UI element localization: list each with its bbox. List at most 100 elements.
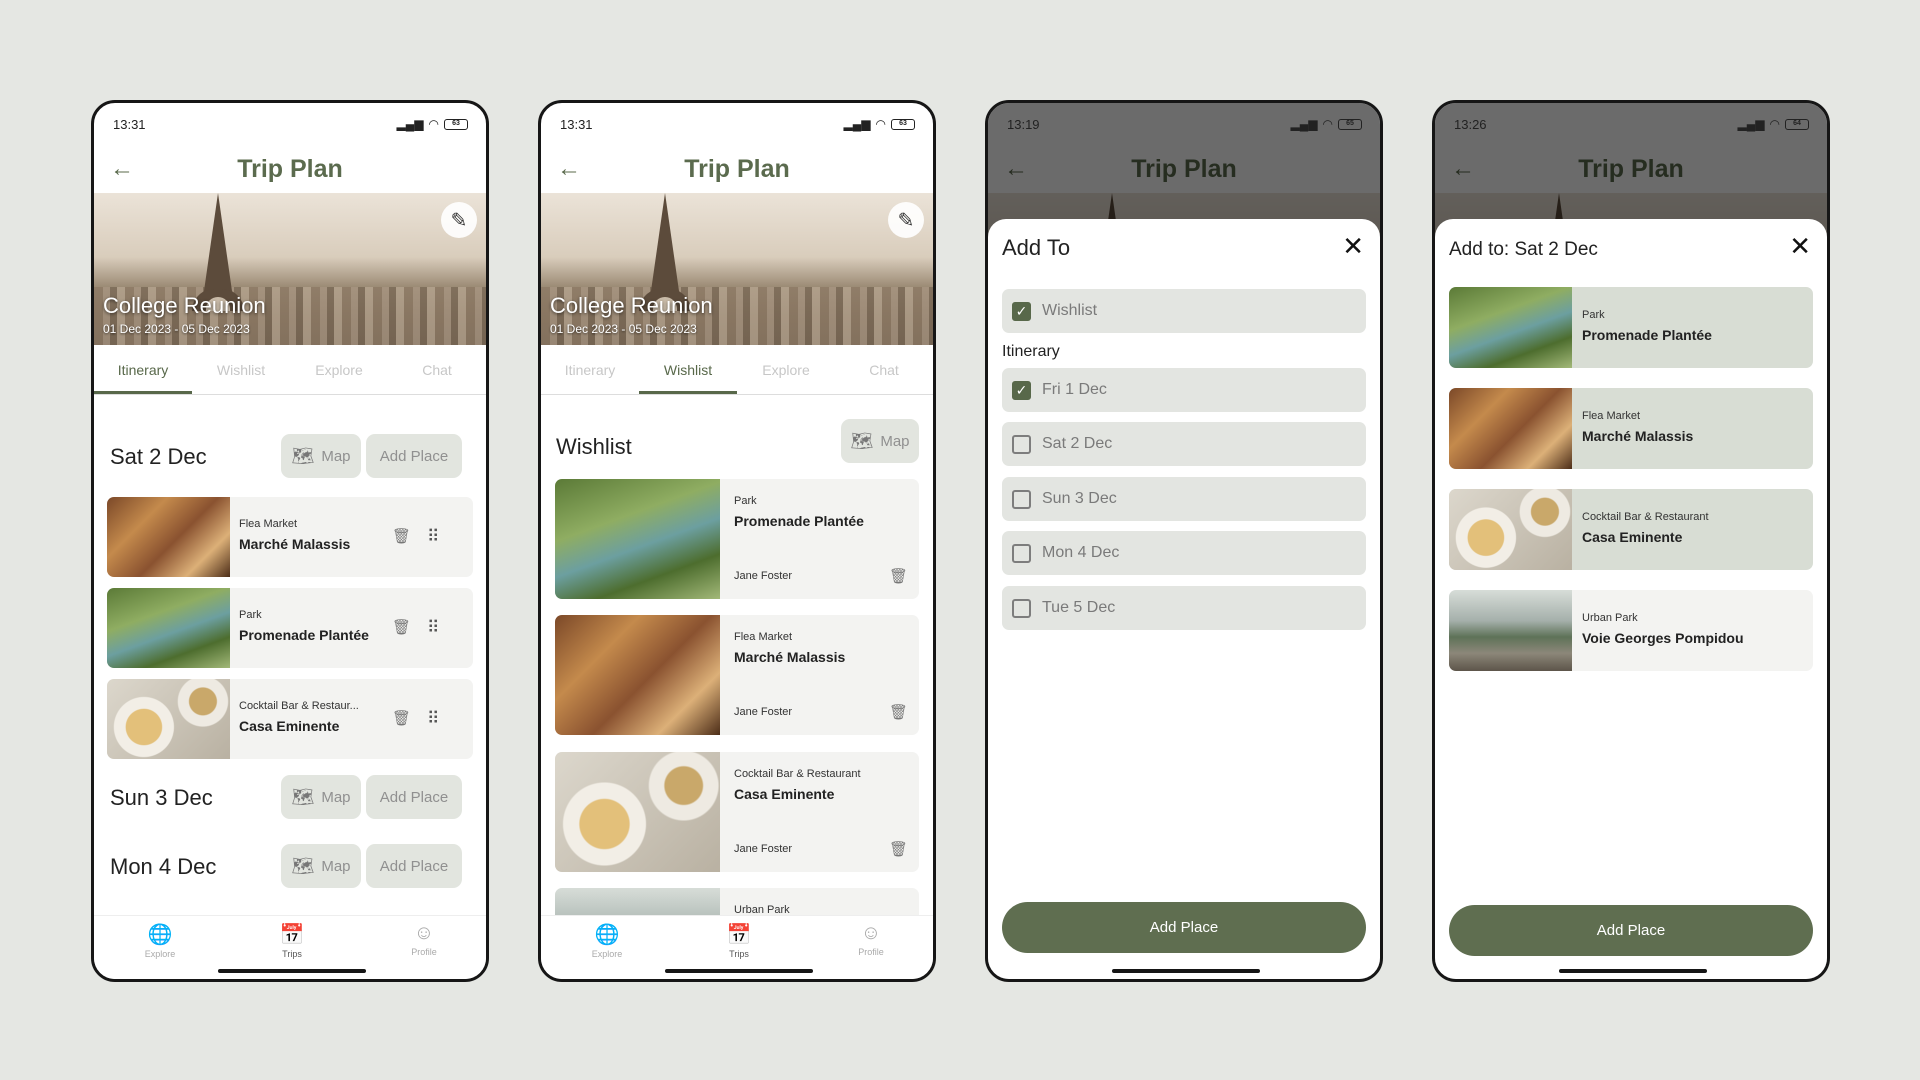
map-icon: 🗺 [291,445,315,466]
nav-label: Trips [282,949,302,959]
nav-label: Explore [591,949,623,959]
edit-trip-button[interactable]: ✎ [888,202,924,238]
add-place-button[interactable]: Add Place [1002,902,1366,953]
wishlist-card[interactable]: Flea Market Marché Malassis Jane Foster … [555,615,919,735]
tab-chat[interactable]: Chat [835,345,933,394]
selectable-place-card-selected[interactable]: Cocktail Bar & Restaurant Casa Eminente [1449,489,1813,570]
page-title: Trip Plan [684,154,790,183]
day-map-button[interactable]: 🗺 Map [281,775,361,819]
nav-profile[interactable]: ☺ Profile [384,922,464,957]
option-wishlist[interactable]: ✓ Wishlist [1002,289,1366,333]
checkbox-unchecked[interactable] [1012,599,1031,618]
option-day[interactable]: ✓ Fri 1 Dec [1002,368,1366,412]
option-day[interactable]: Mon 4 Dec [1002,531,1366,575]
wishlist-map-button[interactable]: 🗺 Map [841,419,919,463]
trip-name: College Reunion [103,293,266,318]
trip-dates: 01 Dec 2023 - 05 Dec 2023 [550,322,697,336]
day-map-button[interactable]: 🗺 Map [281,434,361,478]
checkbox-checked[interactable]: ✓ [1012,381,1031,400]
nav-explore[interactable]: 🌐 Explore [120,922,200,959]
sheet-title: Add To [1002,235,1071,260]
tab-explore[interactable]: Explore [737,345,835,394]
nav-profile[interactable]: ☺ Profile [831,922,911,957]
place-photo [1449,489,1572,570]
day-title: Sun 3 Dec [110,785,213,810]
trash-icon[interactable]: 🗑 [392,709,411,727]
add-place-button[interactable]: Add Place [366,434,462,478]
option-label: Sat 2 Dec [1042,435,1113,452]
signal-icon: ▂▄▆ [1737,117,1765,131]
signal-icon: ▂▄▆ [396,117,424,131]
checkbox-checked[interactable]: ✓ [1012,302,1031,321]
option-day[interactable]: Sat 2 Dec [1002,422,1366,466]
day-title: Sat 2 Dec [110,444,207,469]
nav-label: Profile [858,947,884,957]
app-bar: ← Trip Plan [541,145,933,193]
tab-explore[interactable]: Explore [290,345,388,394]
close-icon[interactable]: ✕ [1789,231,1811,262]
tab-itinerary[interactable]: Itinerary [94,345,192,394]
calendar-icon: 📅 [279,924,305,946]
checkbox-unchecked[interactable] [1012,435,1031,454]
map-button-label: Map [321,857,351,875]
selectable-place-card[interactable]: Urban Park Voie Georges Pompidou [1449,590,1813,671]
drag-handle-icon[interactable]: ⠿ [427,527,439,547]
place-category: Park [734,495,757,507]
trash-icon[interactable]: 🗑 [889,567,908,585]
back-arrow-icon[interactable]: ← [110,155,134,183]
nav-trips[interactable]: 📅 Trips [252,922,332,959]
nav-label: Profile [411,947,437,957]
day-header: Mon 4 Dec 🗺 Map Add Place [94,844,486,890]
pencil-icon: ✎ [897,209,915,232]
option-day[interactable]: Sun 3 Dec [1002,477,1366,521]
checkbox-unchecked[interactable] [1012,490,1031,509]
add-to-day-bottom-sheet: Add to: Sat 2 Dec ✕ Park Promenade Plant… [1435,219,1827,979]
checkbox-unchecked[interactable] [1012,544,1031,563]
close-icon[interactable]: ✕ [1342,231,1364,262]
place-name: Voie Georges Pompidou [1582,630,1744,646]
place-photo [107,497,230,577]
tab-itinerary[interactable]: Itinerary [541,345,639,394]
itinerary-place-card[interactable]: Flea Market Marché Malassis 🗑 ⠿ [107,497,473,577]
place-photo [555,752,720,872]
edit-trip-button[interactable]: ✎ [441,202,477,238]
tab-wishlist[interactable]: Wishlist [192,345,290,394]
itinerary-place-card[interactable]: Cocktail Bar & Restaur... Casa Eminente … [107,679,473,759]
battery-icon: 64 [1785,118,1809,130]
wishlist-card[interactable]: Urban Park [555,888,919,915]
trip-hero-image: ✎ College Reunion 01 Dec 2023 - 05 Dec 2… [541,193,933,345]
day-map-button[interactable]: 🗺 Map [281,844,361,888]
wishlist-card[interactable]: Cocktail Bar & Restaurant Casa Eminente … [555,752,919,872]
tab-chat[interactable]: Chat [388,345,486,394]
nav-explore[interactable]: 🌐 Explore [567,922,647,959]
selectable-place-card-selected[interactable]: Park Promenade Plantée [1449,287,1813,368]
back-arrow-icon[interactable]: ← [557,155,581,183]
drag-handle-icon[interactable]: ⠿ [427,618,439,638]
wishlist-list: Wishlist 🗺 Map Park Promenade Plantée Jan… [541,395,933,915]
place-photo [107,679,230,759]
place-name: Promenade Plantée [734,513,864,529]
drag-handle-icon[interactable]: ⠿ [427,709,439,729]
nav-trips[interactable]: 📅 Trips [699,922,779,959]
add-place-button[interactable]: Add Place [1449,905,1813,956]
trip-tabs: Itinerary Wishlist Explore Chat [541,345,933,395]
add-place-button[interactable]: Add Place [366,844,462,888]
selectable-place-card-selected[interactable]: Flea Market Marché Malassis [1449,388,1813,469]
place-photo [1449,388,1572,469]
option-day[interactable]: Tue 5 Dec [1002,586,1366,630]
place-name: Promenade Plantée [239,627,369,643]
map-button-label: Map [321,447,351,465]
trash-icon[interactable]: 🗑 [889,703,908,721]
itinerary-place-card[interactable]: Park Promenade Plantée 🗑 ⠿ [107,588,473,668]
trash-icon[interactable]: 🗑 [392,618,411,636]
tab-wishlist[interactable]: Wishlist [639,345,737,394]
place-category: Flea Market [239,518,298,530]
wishlist-card[interactable]: Park Promenade Plantée Jane Foster 🗑 [555,479,919,599]
map-icon: 🗺 [291,786,315,807]
trash-icon[interactable]: 🗑 [392,527,411,545]
option-label: Sun 3 Dec [1042,490,1117,507]
place-category: Flea Market [734,631,793,643]
add-place-button[interactable]: Add Place [366,775,462,819]
app-bar: ← Trip Plan [94,145,486,193]
trash-icon[interactable]: 🗑 [889,840,908,858]
